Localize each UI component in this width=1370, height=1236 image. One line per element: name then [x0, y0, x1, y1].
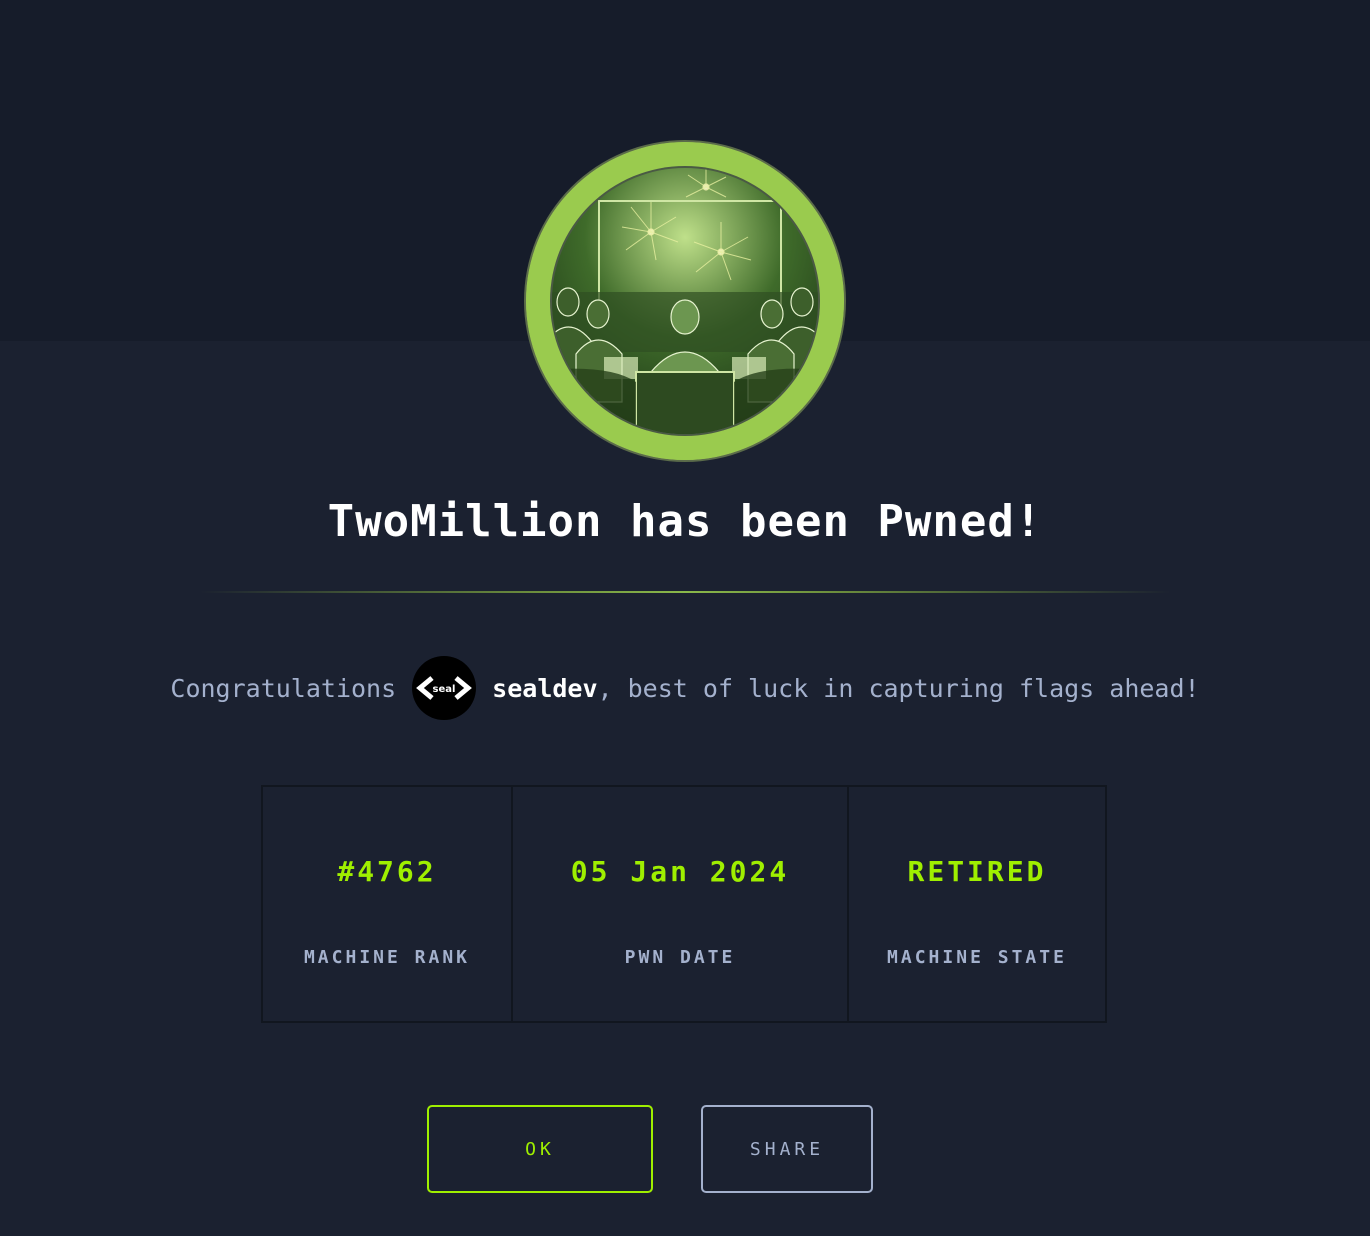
avatar-text: seal [433, 684, 456, 695]
congrats-prefix: Congratulations [170, 673, 397, 703]
machine-avatar-image [526, 142, 844, 460]
ok-button[interactable]: OK [427, 1105, 653, 1193]
congrats-suffix: , best of luck in capturing flags ahead! [597, 673, 1200, 703]
stat-machine-state: RETIRED MACHINE STATE [849, 787, 1105, 1021]
divider [200, 591, 1170, 593]
user-avatar[interactable]: seal [412, 656, 477, 720]
stats-panel: #4762 MACHINE RANK 05 Jan 2024 PWN DATE … [261, 785, 1107, 1023]
stat-value: 05 Jan 2024 [570, 855, 790, 888]
machine-badge [526, 142, 844, 460]
stat-label: PWN DATE [624, 947, 736, 968]
code-brackets-icon: seal [416, 676, 473, 700]
share-button[interactable]: SHARE [701, 1105, 873, 1193]
congrats-line: Congratulations seal sealdev, best of lu… [0, 656, 1370, 720]
stat-value: #4762 [337, 855, 437, 888]
username[interactable]: sealdev [492, 674, 597, 703]
stat-value: RETIRED [907, 855, 1047, 888]
stat-label: MACHINE RANK [303, 947, 471, 968]
pwned-title: TwoMillion has been Pwned! [327, 496, 1043, 547]
stat-machine-rank: #4762 MACHINE RANK [263, 787, 513, 1021]
stat-label: MACHINE STATE [887, 947, 1067, 968]
stat-pwn-date: 05 Jan 2024 PWN DATE [513, 787, 849, 1021]
